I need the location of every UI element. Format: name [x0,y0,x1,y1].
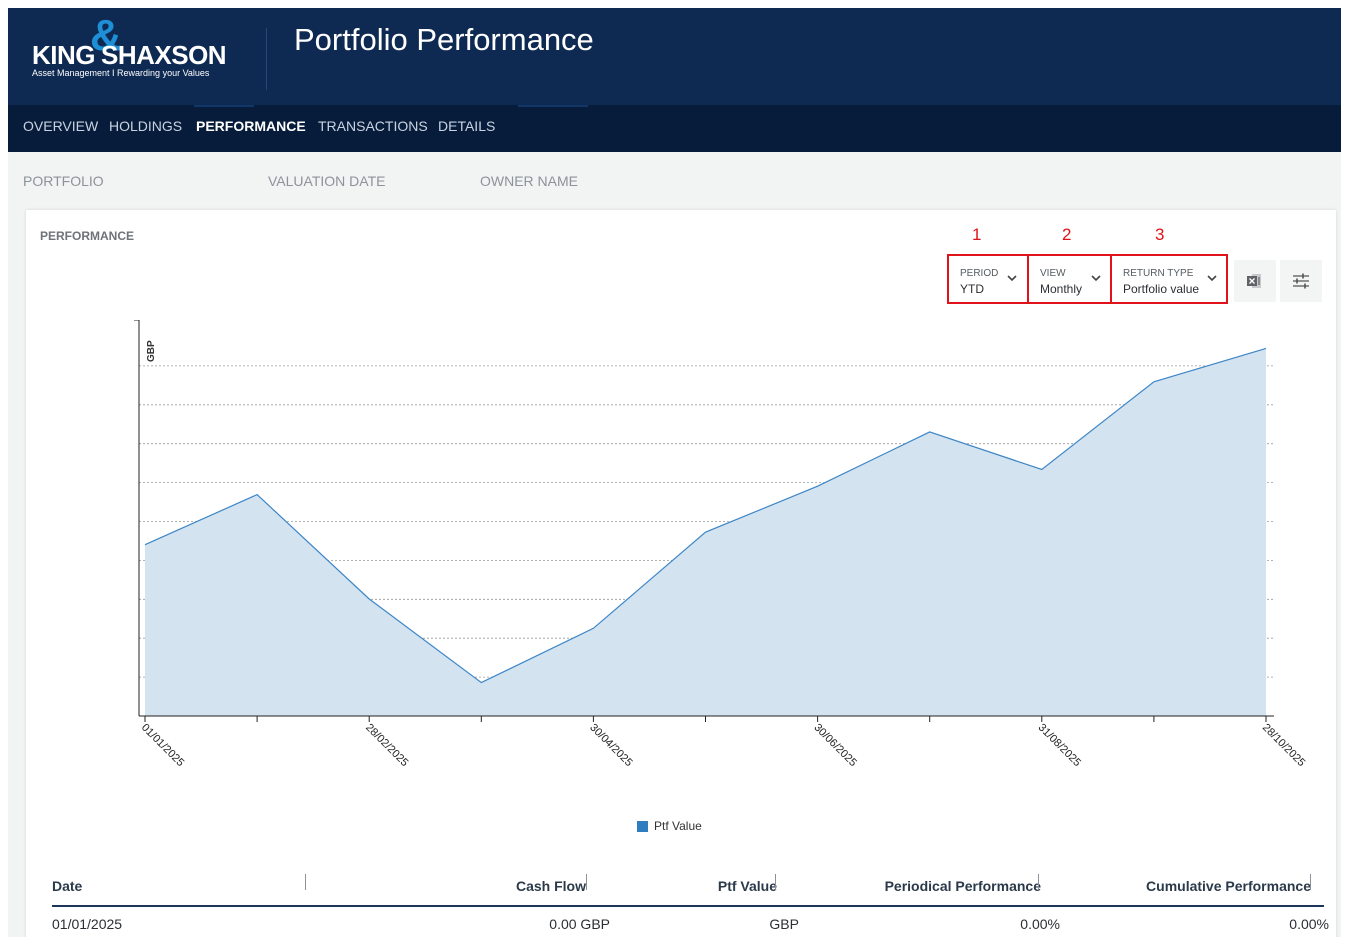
header-divider [266,28,267,90]
th-periodical-performance[interactable]: Periodical Performance [885,878,1041,894]
page-title: Portfolio Performance [294,22,594,57]
column-resizer[interactable] [1310,874,1311,890]
legend-label: Ptf Value [654,819,702,833]
table-header: Date Cash Flow Ptf Value Periodical Perf… [52,870,1324,907]
valuation-date-label: VALUATION DATE [268,173,386,189]
th-ptf-value[interactable]: Ptf Value [718,878,777,894]
x-tick-label: 30/06/2025 [811,722,858,769]
return-type-label: RETURN TYPE [1123,268,1194,279]
legend-swatch [637,821,648,832]
x-tick-labels: 01/01/2025 28/02/2025 30/04/2025 30/06/2025… [139,722,1307,769]
return-type-dropdown[interactable]: RETURN TYPE Portfolio value [1110,254,1228,304]
period-label: PERIOD [960,268,999,279]
y-axis-label: GBP [146,340,157,362]
main-nav: OVERVIEW HOLDINGS PERFORMANCE TRANSACTIO… [8,105,1341,152]
chevron-down-icon [1007,275,1017,282]
export-excel-button[interactable] [1234,260,1276,302]
performance-chart: GBP 01/01/2025 28/02/2025 30/04/2025 30/06/… [134,320,1307,769]
section-title: PERFORMANCE [40,229,135,243]
chevron-down-icon [1207,275,1217,282]
logo-wordmark: KING SHAXSON [32,40,227,70]
column-resizer[interactable] [775,874,776,890]
cell-cumulative-performance: 0.00% [1289,916,1329,932]
annotation-3: 3 [1155,225,1165,244]
cell-ptf-value: GBP [769,916,799,932]
view-value: Monthly [1040,282,1083,296]
chevron-down-icon [1091,275,1101,282]
th-date[interactable]: Date [52,878,82,894]
logo-tagline: Asset Management I Rewarding your Values [32,68,210,78]
annotation-1: 1 [972,225,982,244]
app-frame: & KING SHAXSON Asset Management I Rewardi… [8,8,1341,937]
return-type-value: Portfolio value [1123,282,1200,296]
view-dropdown[interactable]: VIEW Monthly [1027,254,1112,304]
annotation-2: 2 [1062,225,1072,244]
app-header: & KING SHAXSON Asset Management I Rewardi… [8,8,1341,105]
column-resizer[interactable] [1038,874,1039,890]
cell-date: 01/01/2025 [52,916,123,932]
nav-active-indicator [194,105,254,107]
nav-item-transactions[interactable]: TRANSACTIONS [318,118,428,134]
period-value: YTD [960,282,984,296]
nav-decor-line [518,105,588,107]
th-cumulative-performance[interactable]: Cumulative Performance [1146,878,1311,894]
nav-item-details[interactable]: DETAILS [438,118,495,134]
excel-export-icon [1247,274,1261,288]
cell-periodical-performance: 0.00% [1020,916,1060,932]
view-label: VIEW [1040,268,1066,279]
company-logo[interactable]: & KING SHAXSON Asset Management I Rewardi… [32,14,266,96]
x-tick-label: 31/08/2025 [1036,722,1083,769]
x-tick-label: 28/10/2025 [1260,722,1307,769]
nav-item-holdings[interactable]: HOLDINGS [109,118,182,134]
portfolio-label: PORTFOLIO [23,173,104,189]
nav-item-overview[interactable]: OVERVIEW [23,118,98,134]
performance-card: PERFORMANCE 1 2 3 PERIOD YTD VIEW Monthl… [26,210,1336,937]
th-cash-flow[interactable]: Cash Flow [516,878,586,894]
cell-cash-flow: 0.00 GBP [549,916,610,932]
chart-settings-button[interactable] [1280,260,1322,302]
period-dropdown[interactable]: PERIOD YTD [947,254,1029,304]
table-row[interactable]: 01/01/2025 0.00 GBP GBP 0.00% 0.00% [52,910,1329,937]
owner-name-label: OWNER NAME [480,173,578,189]
x-tick-label: 30/04/2025 [587,722,634,769]
x-tick-label: 28/02/2025 [363,722,410,769]
nav-item-performance[interactable]: PERFORMANCE [196,118,306,134]
column-resizer[interactable] [305,874,306,890]
sliders-icon [1293,273,1309,289]
x-tick-label: 01/01/2025 [139,722,186,769]
column-resizer[interactable] [586,874,587,890]
